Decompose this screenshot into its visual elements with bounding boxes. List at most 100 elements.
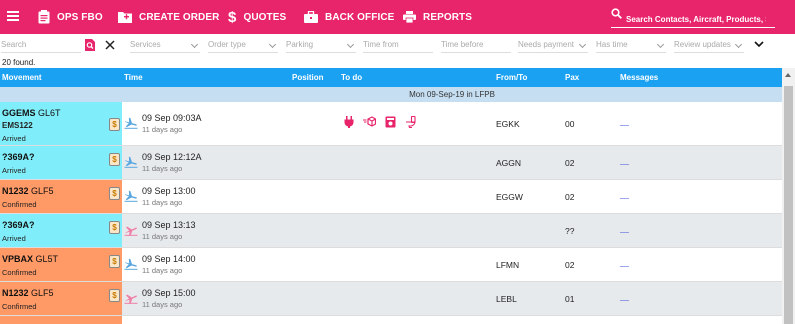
time-from-input[interactable]: Time from — [363, 38, 433, 53]
table-row[interactable]: N1232 GLF5 Confirmed $09 Sep 15:00 11 days … — [0, 282, 782, 316]
time-ago: 11 days ago — [142, 125, 183, 134]
aircraft-type: GL5T — [35, 254, 59, 264]
table-row[interactable]: VPBAX GL5T Confirmed $09 Sep 14:00 11 days … — [0, 248, 782, 282]
dollar-badge-icon[interactable]: $ — [109, 289, 120, 302]
col-messages[interactable]: Messages — [620, 73, 658, 82]
needs-payment-select[interactable]: Needs payment — [518, 38, 588, 53]
table-row[interactable]: N1232 GLF5 Confirmed $09 Sep 13:00 11 days … — [0, 180, 782, 214]
menu-icon[interactable] — [6, 9, 20, 23]
search-doc-icon[interactable] — [84, 39, 96, 51]
status-text: Confirmed — [2, 268, 37, 277]
global-search-input[interactable]: Search Contacts, Aircraft, Products, Sta… — [611, 5, 775, 28]
scrollbar-thumb[interactable] — [784, 86, 793, 324]
pax-count: 02 — [565, 260, 575, 270]
col-todo[interactable]: To do — [341, 73, 362, 82]
scrollbar[interactable] — [782, 68, 795, 324]
messages-link[interactable]: __ — [620, 190, 629, 199]
has-time-label: Has time — [596, 40, 628, 49]
time-ago: 11 days ago — [142, 198, 183, 207]
dollar-badge-icon[interactable]: $ — [109, 153, 120, 166]
order-type-select[interactable]: Order type — [208, 38, 278, 53]
has-time-select[interactable]: Has time — [596, 38, 666, 53]
chevron-down-icon[interactable] — [754, 41, 764, 48]
nav-label: REPORTS — [423, 11, 473, 23]
registration-text: GGEMS — [2, 108, 36, 118]
nav-reports[interactable]: REPORTS — [403, 0, 472, 34]
messages-link[interactable]: __ — [620, 224, 629, 233]
time-text: 09 Sep 13:13 — [142, 220, 196, 230]
table-row-partial — [0, 316, 782, 324]
scroll-up-arrow[interactable] — [785, 73, 791, 77]
nav-quotes[interactable]: $ QUOTES — [228, 0, 286, 34]
table-row[interactable]: ?369A? Arrived $09 Sep 12:12A 11 days ago A… — [0, 146, 782, 180]
nav-back-office[interactable]: BACK OFFICE — [304, 0, 394, 34]
nav-ops-fbo[interactable]: OPS FBO — [38, 0, 103, 34]
time-ago: 11 days ago — [142, 266, 183, 275]
aircraft-type: GLF5 — [31, 288, 54, 298]
cargo-icon[interactable] — [363, 116, 376, 128]
pax-count: 02 — [565, 192, 575, 202]
services-select[interactable]: Services — [130, 38, 200, 53]
fromto-text: LEBL — [496, 294, 517, 304]
time-ago: 11 days ago — [142, 164, 183, 173]
col-pax[interactable]: Pax — [565, 73, 579, 82]
time-from-label: Time from — [363, 40, 399, 49]
messages-link[interactable]: __ — [620, 258, 629, 267]
time-before-input[interactable]: Time before — [441, 38, 511, 53]
dollar-badge-icon[interactable]: $ — [109, 221, 120, 234]
dollar-badge-icon[interactable]: $ — [109, 118, 120, 131]
review-updates-select[interactable]: Review updates — [674, 38, 744, 53]
col-movement[interactable]: Movement — [2, 73, 42, 82]
messages-link[interactable]: __ — [620, 156, 629, 165]
group-header-left — [0, 87, 122, 102]
catering-icon[interactable] — [385, 116, 396, 128]
top-navbar: OPS FBO CREATE ORDER $ QUOTES BACK OFFIC… — [0, 0, 795, 34]
nav-label: QUOTES — [243, 11, 287, 23]
col-fromto[interactable]: From/To — [496, 73, 527, 82]
pax-count: 01 — [565, 294, 575, 304]
aircraft-type: GLF5 — [31, 186, 54, 196]
close-icon[interactable] — [105, 40, 115, 50]
parking-select[interactable]: Parking — [286, 38, 356, 53]
review-updates-label: Review updates — [674, 40, 731, 49]
needs-payment-label: Needs payment — [518, 40, 575, 49]
fromto-text: AGGN — [496, 158, 522, 168]
pax-count: ?? — [565, 226, 575, 236]
table-row[interactable]: GGEMS GL6T EMS122 Arrived $09 Sep 09:03A 11 … — [0, 102, 782, 146]
col-time[interactable]: Time — [124, 73, 143, 82]
departure-plane-icon — [124, 292, 138, 304]
status-text: Arrived — [2, 134, 26, 143]
search-placeholder: Search — [1, 40, 27, 49]
toilet-icon[interactable] — [405, 116, 416, 128]
fromto-text: EGGW — [496, 192, 523, 202]
nav-create-order[interactable]: CREATE ORDER — [118, 0, 219, 34]
printer-icon — [403, 11, 416, 23]
table-header: Movement Time Position To do From/To Pax… — [0, 68, 782, 87]
nav-label: OPS FBO — [57, 11, 103, 23]
registration: N1232 GLF5 — [2, 186, 54, 196]
registration: ?369A? — [2, 220, 35, 230]
status-text: Arrived — [2, 166, 26, 175]
arrival-plane-icon — [124, 117, 138, 129]
registration-text: ?369A? — [2, 152, 35, 162]
services-label: Services — [130, 40, 161, 49]
messages-link[interactable]: __ — [620, 117, 629, 126]
todo-icons — [344, 116, 416, 128]
results-count: 20 found. — [2, 58, 36, 67]
search-input[interactable]: Search — [1, 38, 81, 53]
registration: ?369A? — [2, 152, 35, 162]
table-row[interactable]: ?369A? Arrived $09 Sep 13:13 11 days ago??… — [0, 214, 782, 248]
messages-link[interactable]: __ — [620, 292, 629, 301]
dollar-badge-icon[interactable]: $ — [109, 187, 120, 200]
arrival-plane-icon — [124, 258, 138, 270]
arrival-plane-icon — [124, 156, 138, 168]
time-text: 09 Sep 12:12A — [142, 152, 202, 162]
status-text: Arrived — [2, 234, 26, 243]
col-position[interactable]: Position — [292, 73, 324, 82]
plug-icon[interactable] — [344, 116, 354, 128]
callsign: EMS122 — [2, 121, 33, 130]
time-text: 09 Sep 14:00 — [142, 254, 196, 264]
fromto-text: EGKK — [496, 119, 520, 129]
clipboard-icon — [38, 10, 50, 24]
dollar-badge-icon[interactable]: $ — [109, 255, 120, 268]
